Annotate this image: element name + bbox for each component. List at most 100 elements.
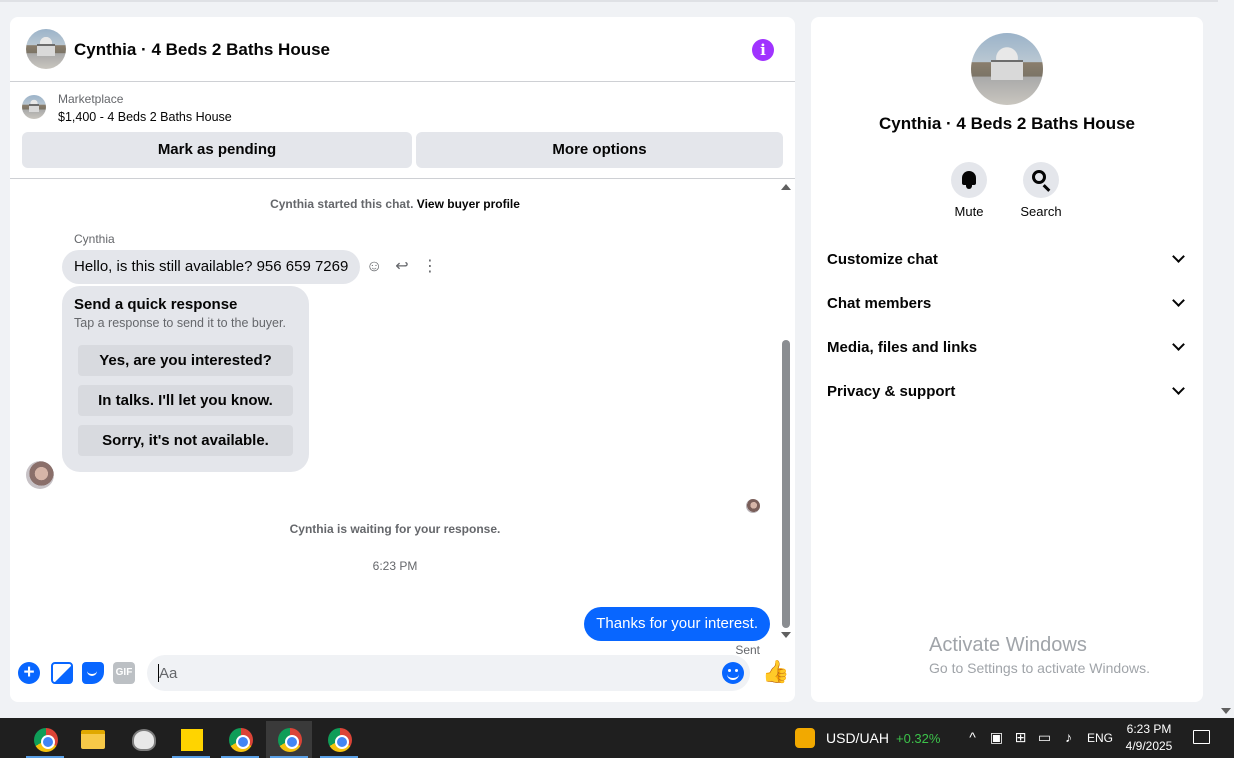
listing-summary: Marketplace $1,400 - 4 Beds 2 Baths Hous…: [10, 83, 795, 179]
gif-icon[interactable]: GIF: [113, 662, 135, 684]
taskbar-paint[interactable]: [120, 721, 166, 758]
scroll-up-arrow-icon[interactable]: [781, 184, 791, 190]
watermark-subtitle: Go to Settings to activate Windows.: [929, 660, 1150, 676]
system-clock[interactable]: 6:23 PM 4/9/2025: [1124, 721, 1174, 755]
chat-start-notice: Cynthia started this chat. View buyer pr…: [10, 197, 780, 211]
emoji-icon[interactable]: [722, 662, 744, 684]
quick-response-in-talks-button[interactable]: In talks. I'll let you know.: [78, 385, 293, 416]
sticker-icon[interactable]: [82, 662, 104, 684]
message-input[interactable]: [147, 655, 750, 691]
chrome-icon: [278, 728, 302, 752]
page-scrollbar[interactable]: [1218, 0, 1234, 718]
currency-change: +0.32%: [896, 731, 941, 746]
scroll-down-arrow-icon[interactable]: [781, 632, 791, 638]
reply-icon[interactable]: ↩: [394, 257, 410, 277]
currency-widget-icon[interactable]: [795, 728, 815, 748]
info-icon[interactable]: i: [752, 39, 774, 61]
section-label: Customize chat: [827, 251, 938, 268]
bell-icon: [962, 171, 976, 189]
chat-members-section[interactable]: Chat members: [819, 283, 1195, 323]
network-icon[interactable]: ▭: [1037, 729, 1052, 746]
buyer-avatar[interactable]: [26, 461, 54, 489]
photo-icon[interactable]: [51, 662, 73, 684]
section-label: Media, files and links: [827, 339, 978, 356]
message-scrollbar[interactable]: [781, 184, 791, 638]
thumbs-up-icon[interactable]: 👍: [762, 660, 789, 684]
app-tray-icon[interactable]: ⊞: [1013, 729, 1028, 746]
outgoing-message-bubble[interactable]: Thanks for your interest.: [584, 607, 770, 641]
chrome-icon: [328, 728, 352, 752]
mute-button[interactable]: [951, 162, 987, 198]
clock-time: 6:23 PM: [1126, 722, 1172, 736]
taskbar-chrome-profile-4[interactable]: [316, 721, 362, 758]
quick-response-subtitle: Tap a response to send it to the buyer.: [74, 316, 286, 330]
quick-response-title: Send a quick response: [74, 296, 238, 313]
top-border: [0, 0, 1218, 2]
chevron-down-icon: [1172, 338, 1185, 351]
privacy-support-section[interactable]: Privacy & support: [819, 371, 1195, 411]
taskbar-chrome-app[interactable]: [22, 721, 68, 758]
notification-icon[interactable]: [1193, 730, 1210, 744]
scrollbar-thumb[interactable]: [782, 340, 790, 628]
chevron-down-icon: [1172, 382, 1185, 395]
paint-icon: [132, 729, 156, 751]
taskbar-chrome-profile-2[interactable]: [217, 721, 263, 758]
taskbar: USD/UAH +0.32% ^ ▣ ⊞ ▭ ♪ ENG 6:23 PM 4/9…: [0, 718, 1234, 758]
activate-windows-watermark: Activate Windows Go to Settings to activ…: [929, 634, 1150, 676]
incoming-message-bubble[interactable]: Hello, is this still available? 956 659 …: [62, 250, 361, 284]
mute-action[interactable]: Mute: [939, 162, 999, 219]
waiting-notice: Cynthia is waiting for your response.: [289, 522, 501, 536]
section-label: Privacy & support: [827, 383, 956, 400]
sticky-notes-icon: [181, 729, 203, 751]
sender-name: Cynthia: [74, 232, 115, 246]
quick-response-card: Send a quick response Tap a response to …: [62, 286, 309, 472]
taskbar-sticky-notes[interactable]: [168, 721, 214, 758]
chat-header: Cynthia · 4 Beds 2 Baths House i: [10, 17, 795, 82]
chrome-icon: [229, 728, 253, 752]
listing-avatar-large[interactable]: [971, 33, 1043, 105]
currency-ticker[interactable]: USD/UAH: [826, 730, 889, 746]
folder-icon: [81, 730, 105, 749]
volume-icon[interactable]: ♪: [1061, 729, 1076, 746]
chevron-up-icon[interactable]: ^: [965, 729, 980, 746]
chevron-down-icon: [1172, 250, 1185, 263]
mark-as-pending-button[interactable]: Mark as pending: [22, 132, 412, 168]
taskbar-chrome-profile-3[interactable]: [266, 721, 312, 758]
more-icon[interactable]: ⋮: [422, 257, 438, 277]
listing-price-title[interactable]: $1,400 - 4 Beds 2 Baths House: [58, 110, 232, 124]
quick-response-not-available-button[interactable]: Sorry, it's not available.: [78, 425, 293, 456]
react-icon[interactable]: ☺: [366, 257, 382, 277]
search-icon: [1032, 170, 1046, 184]
system-tray: ^ ▣ ⊞ ▭ ♪: [965, 729, 1076, 746]
taskbar-file-explorer[interactable]: [70, 721, 116, 758]
more-options-button[interactable]: More options: [416, 132, 783, 168]
info-panel-title: Cynthia · 4 Beds 2 Baths House: [878, 114, 1135, 133]
text-caret: [158, 664, 159, 682]
watermark-title: Activate Windows: [929, 634, 1087, 656]
scroll-down-arrow-icon[interactable]: [1221, 708, 1231, 714]
message-timestamp: 6:23 PM: [372, 559, 418, 573]
view-buyer-profile-link[interactable]: View buyer profile: [417, 197, 520, 211]
input-language[interactable]: ENG: [1087, 731, 1113, 745]
customize-chat-section[interactable]: Customize chat: [819, 239, 1195, 279]
mute-label: Mute: [954, 204, 984, 219]
search-label: Search: [1020, 204, 1062, 219]
listing-thumbnail[interactable]: [22, 95, 46, 119]
message-composer: + GIF 👍: [10, 648, 795, 698]
quick-response-yes-button[interactable]: Yes, are you interested?: [78, 345, 293, 376]
message-actions: ☺ ↩ ⋮: [366, 257, 438, 277]
conversation-info-panel: Cynthia · 4 Beds 2 Baths House Mute Sear…: [811, 17, 1203, 702]
search-action[interactable]: Search: [1011, 162, 1071, 219]
seen-indicator-avatar: [746, 499, 760, 513]
media-files-links-section[interactable]: Media, files and links: [819, 327, 1195, 367]
listing-source: Marketplace: [58, 92, 124, 106]
start-notice-text: Cynthia started this chat.: [270, 197, 414, 211]
listing-avatar[interactable]: [26, 29, 66, 69]
chat-title[interactable]: Cynthia · 4 Beds 2 Baths House: [74, 40, 330, 60]
section-label: Chat members: [827, 295, 932, 312]
chrome-icon: [34, 728, 58, 752]
search-button[interactable]: [1023, 162, 1059, 198]
plus-icon[interactable]: +: [18, 662, 40, 684]
message-list: Cynthia started this chat. View buyer pr…: [10, 180, 795, 657]
meet-icon[interactable]: ▣: [989, 729, 1004, 746]
